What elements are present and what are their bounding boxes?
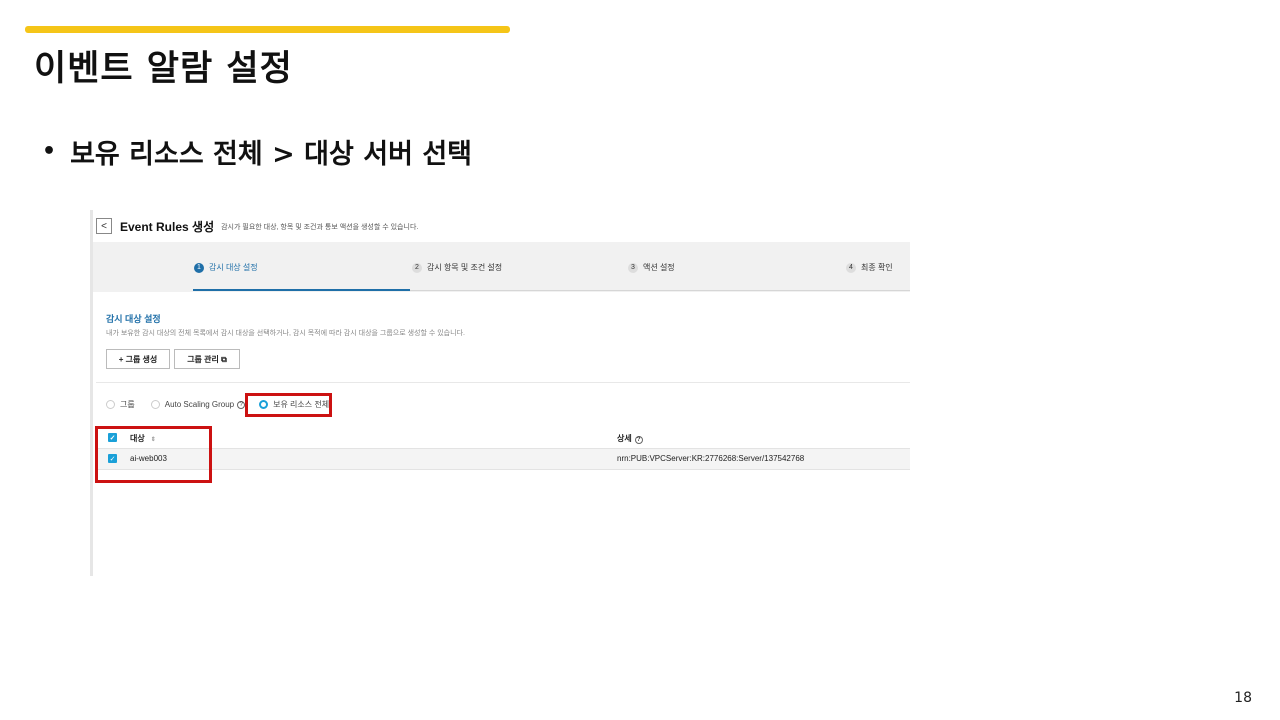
help-icon[interactable]: ? [237, 400, 246, 409]
section-description: 내가 보유한 감시 대상의 전체 목록에서 감시 대상을 선택하거나, 감시 목… [106, 330, 465, 337]
step-1[interactable]: 1 감시 대상 설정 [194, 262, 258, 273]
step-1-label: 감시 대상 설정 [209, 263, 258, 272]
page-number: 18 [1234, 690, 1252, 706]
step-4[interactable]: 4 최종 확인 [846, 262, 893, 273]
help-icon[interactable]: ? [634, 436, 643, 444]
wizard-stepper: 1 감시 대상 설정 2 감시 항목 및 조건 설정 3 액션 설정 4 최종 … [93, 242, 910, 292]
section-divider [96, 382, 910, 383]
page-title: Event Rules 생성 [120, 219, 215, 234]
highlight-box-radio [245, 393, 332, 417]
slide-title: 이벤트 알람 설정 [34, 49, 293, 89]
radio-auto-scaling-group-label: Auto Scaling Group [164, 400, 235, 409]
page-description: 감시가 필요한 대상, 항목 및 조건과 통보 액션을 생성할 수 있습니다. [221, 224, 419, 231]
step-2-number: 2 [412, 262, 422, 273]
bullet-marker: • [42, 139, 57, 164]
step-4-number: 4 [846, 262, 856, 273]
console-screenshot: < Event Rules 생성 감시가 필요한 대상, 항목 및 조건과 통보… [90, 210, 910, 576]
page-header: < Event Rules 생성 감시가 필요한 대상, 항목 및 조건과 통보… [93, 210, 910, 242]
active-step-indicator [193, 289, 410, 291]
radio-group-label: 그룹 [120, 400, 135, 409]
step-1-number: 1 [194, 262, 204, 273]
create-group-button[interactable]: + 그룹 생성 [106, 349, 170, 369]
step-2-label: 감시 항목 및 조건 설정 [427, 263, 503, 272]
step-3-label: 액션 설정 [643, 263, 675, 272]
title-accent-bar [25, 26, 510, 33]
table-header: ✓ 대상 ⇕ 상세? [96, 428, 910, 449]
column-header-detail: 상세? [617, 433, 643, 444]
step-3[interactable]: 3 액션 설정 [628, 262, 675, 273]
section-title: 감시 대상 설정 [106, 314, 161, 324]
row-detail-nrn: nrn:PUB:VPCServer:KR:2776268:Server/1375… [617, 454, 805, 463]
step-4-label: 최종 확인 [861, 263, 893, 272]
chevron-left-icon[interactable]: < [96, 218, 112, 234]
radio-auto-scaling-group[interactable] [150, 400, 160, 409]
manage-group-button[interactable]: 그룹 관리 ⧉ [174, 349, 240, 369]
step-2[interactable]: 2 감시 항목 및 조건 설정 [412, 262, 502, 273]
radio-group[interactable] [106, 400, 115, 409]
target-settings-panel: 감시 대상 설정 내가 보유한 감시 대상의 전체 목록에서 감시 대상을 선택… [93, 300, 910, 576]
bullet-text: 보유 리소스 전체 > 대상 서버 선택 [70, 139, 473, 170]
bullet-item: • 보유 리소스 전체 > 대상 서버 선택 [42, 132, 472, 171]
column-header-detail-label: 상세 [617, 434, 632, 443]
highlight-box-checkbox [95, 426, 212, 483]
step-3-number: 3 [628, 262, 638, 273]
table-row[interactable]: ✓ ai-web003 nrn:PUB:VPCServer:KR:2776268… [96, 449, 910, 470]
